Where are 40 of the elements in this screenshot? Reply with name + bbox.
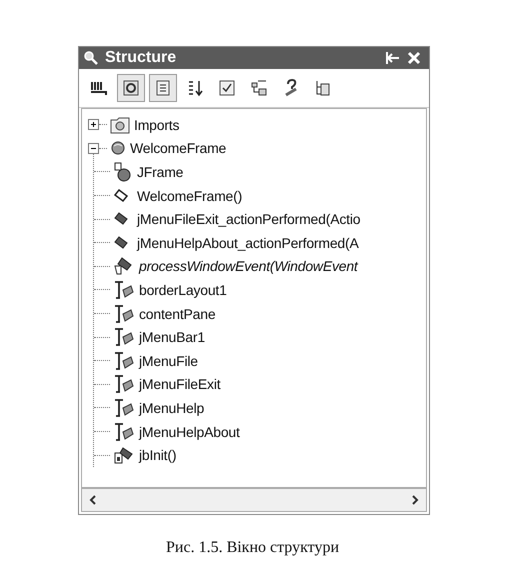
tree-item[interactable]: jMenuFile <box>139 352 198 369</box>
scroll-left-icon[interactable] <box>88 494 98 506</box>
tree-item[interactable]: jMenuFileExit_actionPerformed(Actio <box>137 211 360 228</box>
close-icon[interactable] <box>407 51 421 65</box>
tree-item[interactable]: borderLayout1 <box>139 282 227 298</box>
field-icon <box>113 280 135 300</box>
sphere-icon <box>110 140 126 156</box>
figure-caption: Рис. 1.5. Вікно структури <box>165 539 340 557</box>
field-icon <box>113 327 135 348</box>
field-icon <box>113 350 135 371</box>
private-method-icon <box>113 445 135 466</box>
toolbar-list-button[interactable] <box>149 74 177 102</box>
superclass-icon <box>113 162 133 182</box>
magnifier-icon <box>83 50 99 66</box>
panel-title: Structure <box>105 49 176 67</box>
tree-item[interactable]: processWindowEvent(WindowEvent <box>139 258 358 274</box>
tree-item[interactable]: WelcomeFrame() <box>137 188 242 204</box>
tree-icon <box>249 78 269 98</box>
horizontal-scrollbar[interactable] <box>81 488 427 512</box>
expand-icon[interactable] <box>88 119 99 130</box>
tree-item[interactable]: contentPane <box>139 306 216 322</box>
tree-item[interactable]: Imports <box>134 116 180 133</box>
tree-item[interactable]: JFrame <box>137 164 184 180</box>
field-icon <box>113 374 135 394</box>
folder-icon <box>110 116 130 134</box>
tree-item[interactable]: jbInit() <box>139 447 176 464</box>
scroll-right-icon[interactable] <box>410 494 420 506</box>
field-icon <box>113 422 135 442</box>
collapse-icon[interactable] <box>88 142 99 154</box>
tree-item[interactable]: jMenuFileExit <box>139 376 220 392</box>
tree-item[interactable]: jMenuHelpAbout_actionPerformed(A <box>137 234 359 251</box>
toolbar-gear-button[interactable] <box>117 74 145 102</box>
field-icon <box>113 304 135 324</box>
pin-icon[interactable] <box>385 51 401 65</box>
tree-item[interactable]: WelcomeFrame <box>130 140 226 156</box>
field-icon <box>113 398 135 418</box>
document-tick-icon <box>217 78 237 98</box>
tree-item[interactable]: jMenuHelp <box>139 400 204 416</box>
tree-item[interactable]: jMenuHelpAbout <box>139 424 240 440</box>
tree-item[interactable]: jMenuBar1 <box>139 329 205 346</box>
